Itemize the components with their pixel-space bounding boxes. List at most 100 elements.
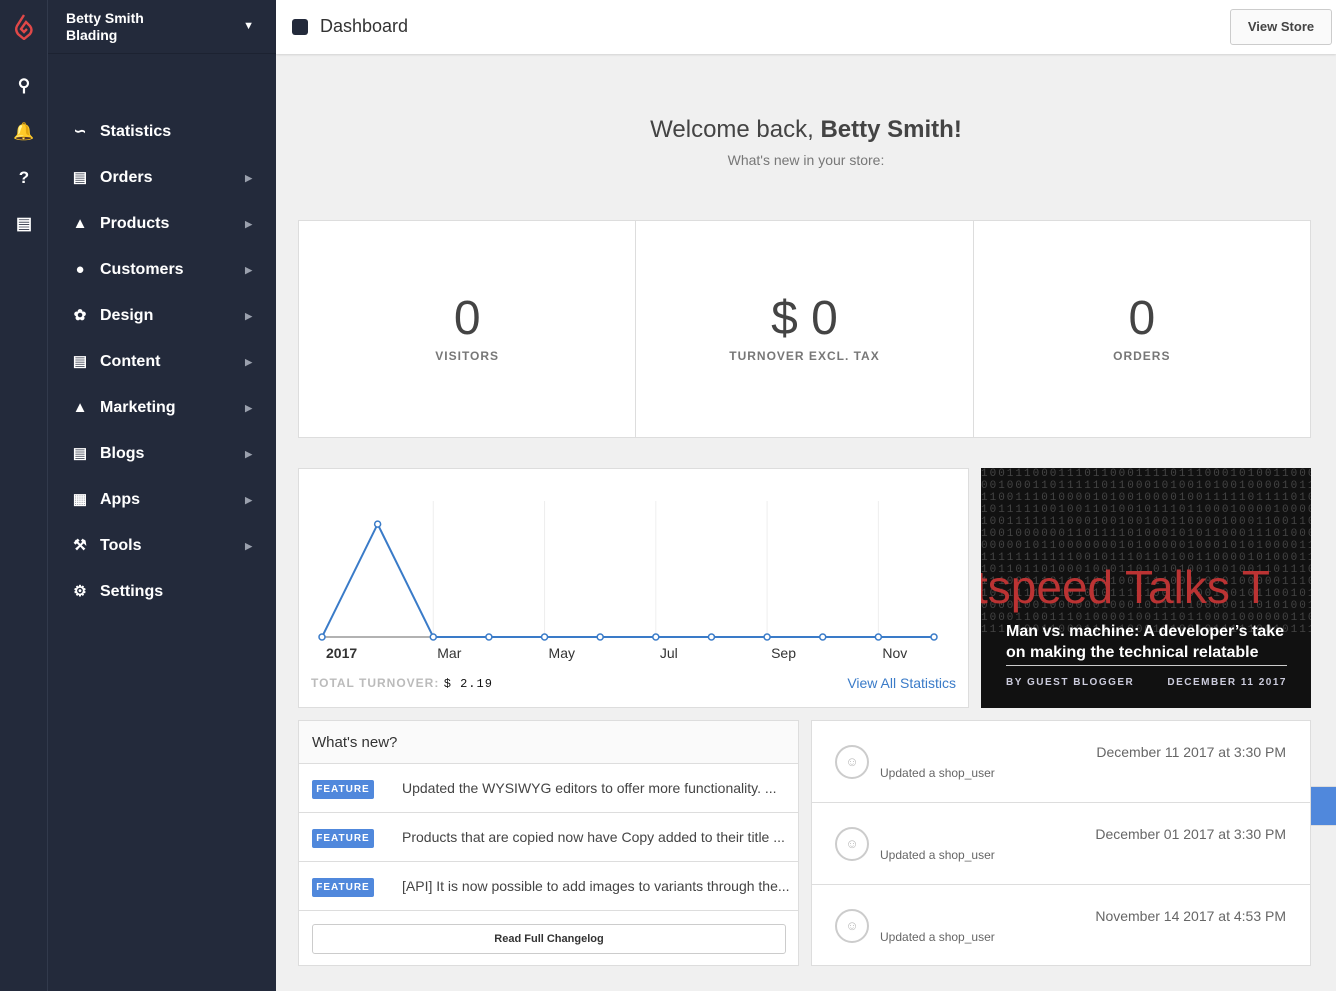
sidebar-item-label: Content: [100, 353, 160, 370]
megaphone-icon: ▲: [70, 388, 90, 428]
sidebar-item-statistics[interactable]: ∽ Statistics: [60, 112, 264, 152]
total-turnover: TOTAL TURNOVER: $ 2.19: [311, 676, 493, 691]
sidebar-item-label: Settings: [100, 583, 163, 600]
x-tick-label: May: [549, 645, 575, 661]
stat-label: TURNOVER EXCL. TAX: [636, 349, 972, 363]
data-point: [542, 634, 548, 640]
activity-panel: ☺ December 11 2017 at 3:30 PM Updated a sh…: [811, 720, 1311, 966]
news-item[interactable]: FEATURE Updated the WYSIWYG editors to of…: [299, 764, 798, 813]
activity-text: Updated a shop_user: [880, 766, 995, 780]
storefront-icon[interactable]: ▤: [12, 212, 36, 236]
sidebar-item-marketing[interactable]: ▲ Marketing ▶: [60, 388, 264, 428]
turnover-chart: 2017 Mar May Jul Sep Nov: [299, 469, 968, 669]
news-text: Products that are copied now have Copy a…: [402, 829, 785, 845]
icon-rail: ⚲ 🔔 ? ▤: [0, 0, 48, 991]
stat-value: $ 0: [636, 291, 972, 347]
blog-card[interactable]: 1001110001110110001111011100010100110001…: [981, 468, 1311, 708]
x-tick-label: Mar: [437, 645, 461, 661]
lightspeed-logo-icon[interactable]: [12, 14, 36, 38]
stat-value: 0: [974, 291, 1310, 347]
welcome-subtitle: What's new in your store:: [276, 152, 1336, 168]
divider: [1006, 665, 1287, 666]
news-text: [API] It is now possible to add images t…: [402, 878, 790, 894]
sidebar-item-customers[interactable]: ● Customers ▶: [60, 250, 264, 290]
palette-icon: ✿: [70, 296, 90, 336]
sidebar-item-label: Blogs: [100, 445, 144, 462]
data-point: [653, 634, 659, 640]
dashboard-icon: [292, 19, 308, 35]
chevron-right-icon: ▶: [245, 342, 252, 382]
stat-turnover: $ 0 TURNOVER EXCL. TAX: [636, 221, 973, 437]
sidebar: Betty Smith Blading ▼ ▦ Dashboard ∽ Statist…: [48, 0, 276, 991]
whats-new-title: What's new?: [299, 721, 798, 764]
activity-item: ☺ December 01 2017 at 3:30 PM Updated a sh…: [812, 803, 1310, 885]
search-icon[interactable]: ⚲: [12, 74, 36, 98]
stat-value: 0: [299, 291, 635, 347]
chart-icon: ∽: [70, 112, 90, 152]
data-point: [319, 634, 325, 640]
welcome-prefix: Welcome back,: [650, 116, 820, 143]
stats-panel: 0 VISITORS $ 0 TURNOVER EXCL. TAX 0 ORDERS: [298, 220, 1311, 438]
feature-badge: FEATURE: [312, 829, 374, 848]
avatar-icon: ☺: [835, 827, 869, 861]
read-changelog-button[interactable]: Read Full Changelog: [312, 924, 786, 954]
x-tick-label: Nov: [882, 645, 907, 661]
blog-title[interactable]: Man vs. machine: A developer’s take on m…: [1006, 621, 1296, 663]
sidebar-item-apps[interactable]: ▦ Apps ▶: [60, 480, 264, 520]
feature-badge: FEATURE: [312, 878, 374, 897]
clipboard-icon: ▤: [70, 158, 90, 198]
sidebar-item-design[interactable]: ✿ Design ▶: [60, 296, 264, 336]
data-point: [764, 634, 770, 640]
chevron-right-icon: ▶: [245, 526, 252, 566]
bell-icon[interactable]: 🔔: [12, 120, 36, 144]
apps-icon: ▦: [70, 480, 90, 520]
activity-text: Updated a shop_user: [880, 848, 995, 862]
top-bar: Dashboard View Store: [276, 0, 1336, 54]
activity-date: December 01 2017 at 3:30 PM: [1095, 826, 1286, 842]
sidebar-item-products[interactable]: ▲ Products ▶: [60, 204, 264, 244]
data-point: [375, 521, 381, 527]
activity-text: Updated a shop_user: [880, 930, 995, 944]
chevron-right-icon: ▶: [245, 204, 252, 244]
news-item[interactable]: FEATURE [API] It is now possible to add i…: [299, 862, 798, 911]
chevron-right-icon: ▶: [245, 388, 252, 428]
news-item[interactable]: FEATURE Products that are copied now have…: [299, 813, 798, 862]
blog-icon: ▤: [70, 434, 90, 474]
blog-image-text: tspeed Talks T: [981, 560, 1270, 614]
stat-label: ORDERS: [974, 349, 1310, 363]
chevron-right-icon: ▶: [245, 250, 252, 290]
data-point: [708, 634, 714, 640]
sidebar-item-label: Orders: [100, 169, 152, 186]
stat-visitors: 0 VISITORS: [299, 221, 636, 437]
welcome-heading: Welcome back, Betty Smith!: [276, 116, 1336, 144]
sidebar-item-label: Products: [100, 215, 169, 232]
sidebar-item-orders[interactable]: ▤ Orders ▶: [60, 158, 264, 198]
help-icon[interactable]: ?: [12, 166, 36, 190]
stat-orders: 0 ORDERS: [974, 221, 1310, 437]
sidebar-item-content[interactable]: ▤ Content ▶: [60, 342, 264, 382]
whats-new-panel: What's new? FEATURE Updated the WYSIWYG e…: [298, 720, 799, 966]
sidebar-item-settings[interactable]: ⚙ Settings: [60, 572, 264, 612]
chevron-right-icon: ▶: [245, 480, 252, 520]
x-tick-label: Sep: [771, 645, 796, 661]
hammer-icon: ⚒: [70, 526, 90, 566]
x-tick-label: 2017: [326, 645, 357, 661]
series-line: [322, 524, 934, 637]
data-point: [875, 634, 881, 640]
shirt-icon: ▲: [70, 204, 90, 244]
sidebar-item-label: Design: [100, 307, 153, 324]
store-switcher[interactable]: Betty Smith Blading ▼: [48, 0, 276, 54]
view-store-button[interactable]: View Store: [1230, 9, 1332, 45]
content-icon: ▤: [70, 342, 90, 382]
view-all-statistics-link[interactable]: View All Statistics: [847, 675, 956, 691]
gear-icon: ⚙: [70, 572, 90, 612]
activity-date: November 14 2017 at 4:53 PM: [1095, 908, 1286, 924]
chevron-right-icon: ▶: [245, 296, 252, 336]
chevron-right-icon: ▶: [245, 158, 252, 198]
avatar-icon: ☺: [835, 909, 869, 943]
store-owner: Betty Smith: [66, 10, 258, 27]
avatar-icon: ☺: [835, 745, 869, 779]
chevron-right-icon: ▶: [245, 434, 252, 474]
sidebar-item-tools[interactable]: ⚒ Tools ▶: [60, 526, 264, 566]
sidebar-item-blogs[interactable]: ▤ Blogs ▶: [60, 434, 264, 474]
